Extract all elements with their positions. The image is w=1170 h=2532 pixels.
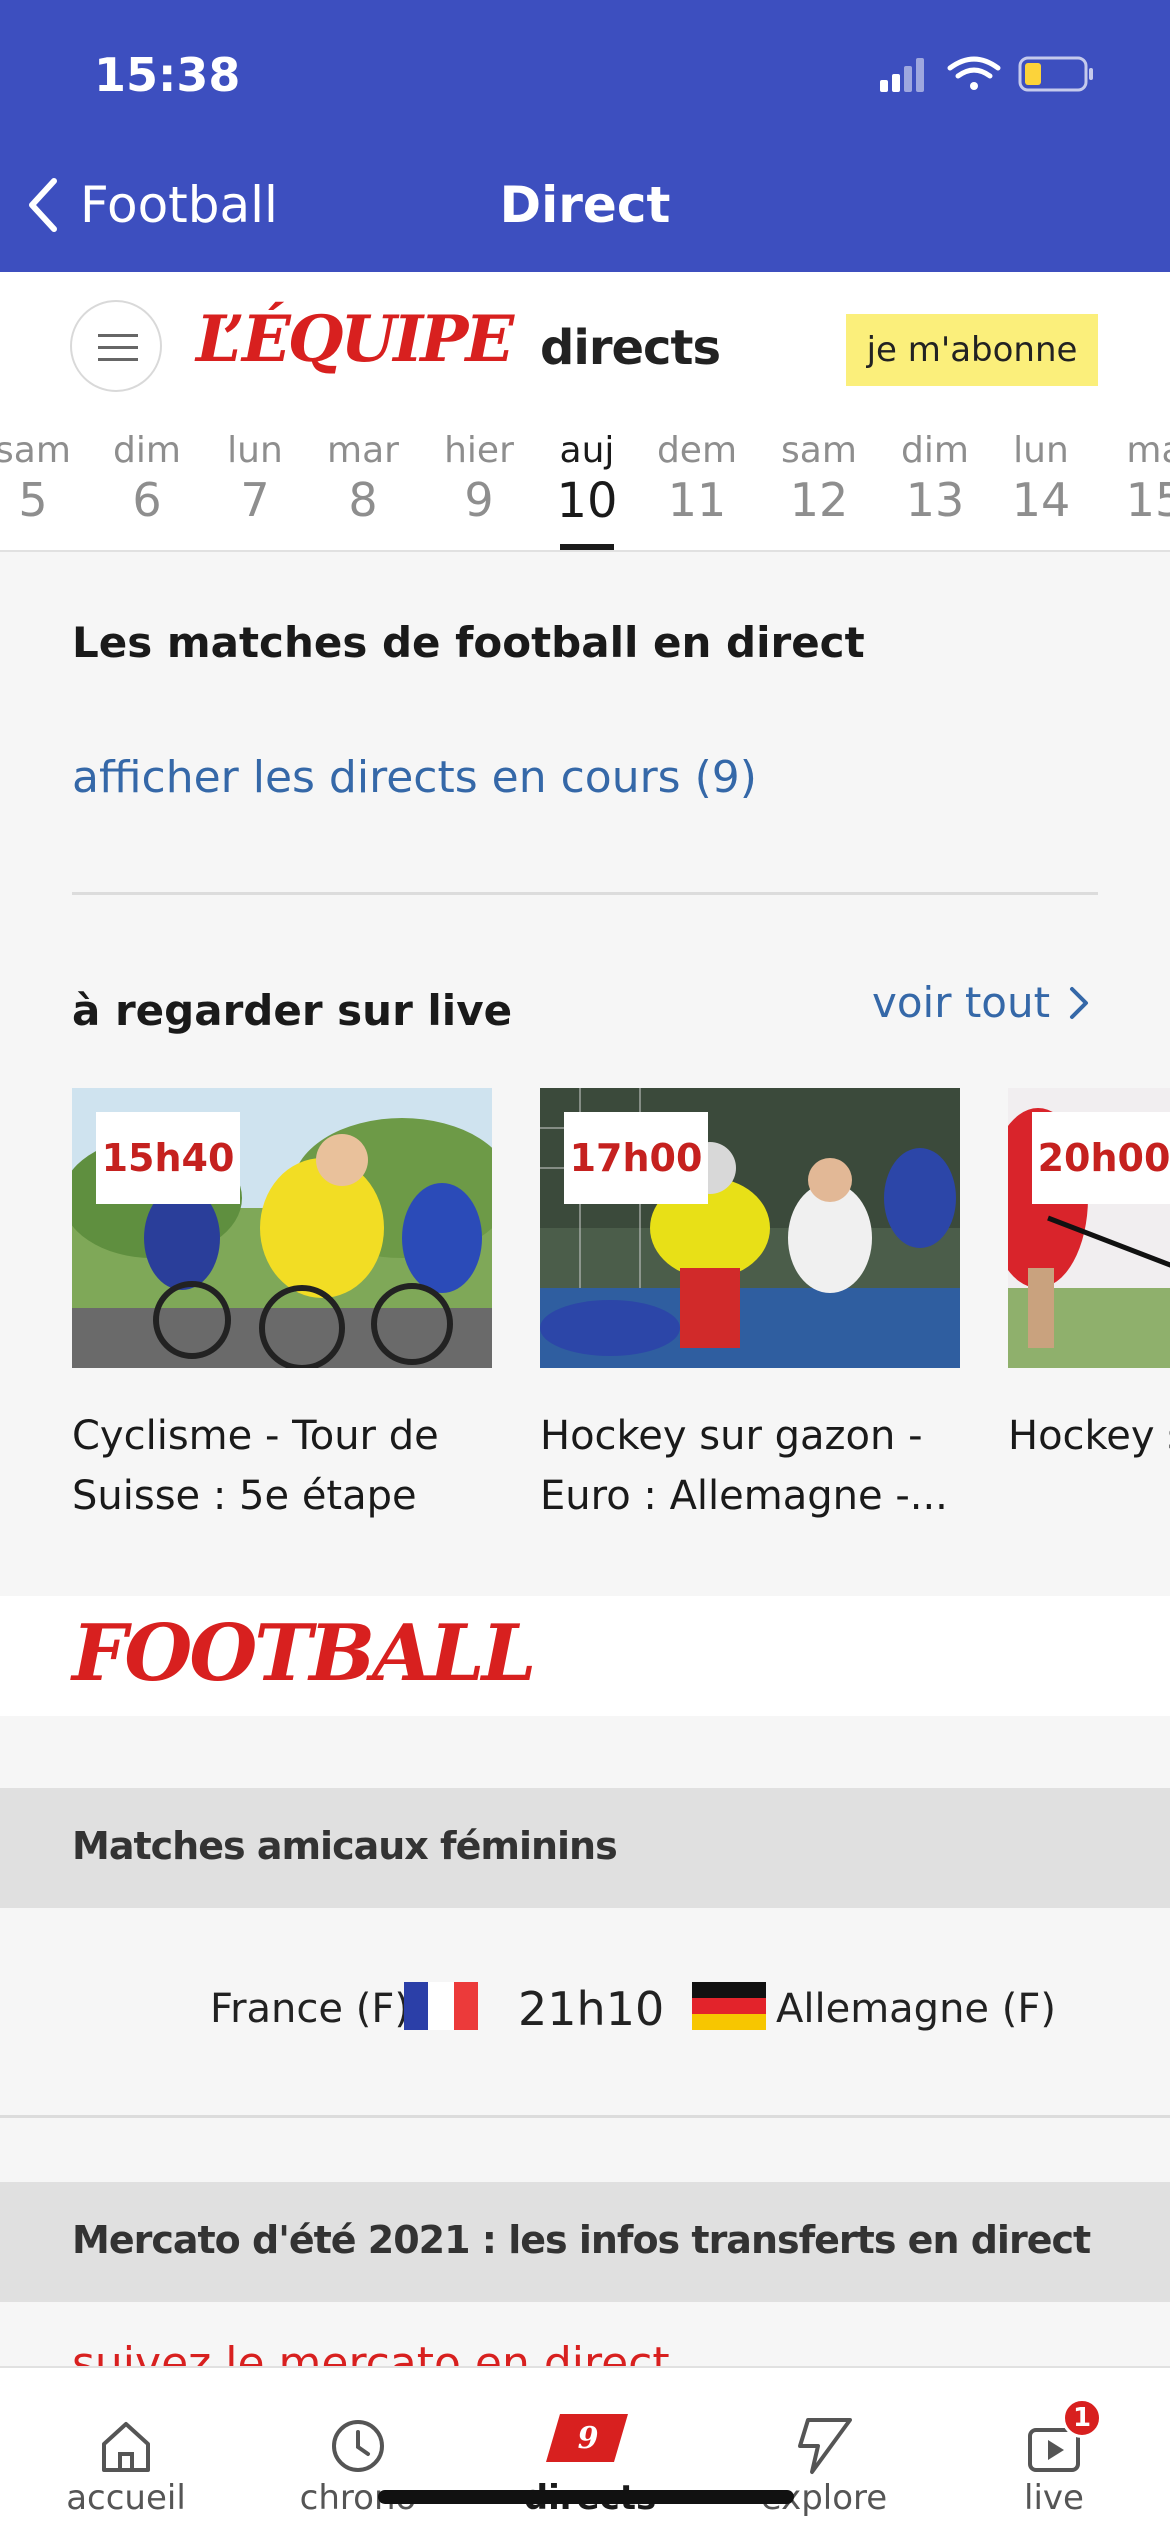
divider [72, 892, 1098, 895]
football-heading: FOOTBALL [72, 1608, 536, 1699]
tab-bar: accueil chrono 9 directs explore 1 live [0, 2366, 1170, 2532]
tab-accueil[interactable]: accueil [26, 2368, 226, 2532]
date-item[interactable]: hier 9 [424, 430, 534, 527]
home-team: France (F) [210, 1986, 410, 2032]
chevron-right-icon [1070, 986, 1089, 1019]
live-card[interactable]: 15h40 Cyclisme - Tour de Suisse : 5e éta… [72, 1088, 492, 1526]
directs-badge: 9 [578, 2421, 599, 2456]
wifi-icon [947, 56, 1001, 90]
card-time: 20h00 [1032, 1112, 1170, 1204]
card-time: 15h40 [96, 1112, 240, 1204]
date-item[interactable]: lun 14 [986, 430, 1096, 527]
competition-label: Matches amicaux féminins [72, 1824, 618, 1868]
card-title: Hockey sur gazon - Euro : Allemagne -... [540, 1413, 948, 1519]
tab-label: accueil [66, 2478, 186, 2518]
date-strip: sam 5 dim 6 lun 7 mar 8 hier 9 auj 10 dem 11 sa… [0, 412, 1170, 552]
card-thumbnail-hockey-2: 20h00 [1008, 1088, 1170, 1368]
tab-explore[interactable]: explore [724, 2368, 924, 2532]
tab-chrono[interactable]: chrono [258, 2368, 458, 2532]
competition-label: Mercato d'été 2021 : les infos transfert… [72, 2218, 1091, 2262]
page-title: Direct [499, 176, 671, 234]
date-item[interactable]: sam 12 [764, 430, 874, 527]
subscribe-button[interactable]: je m'abonne [846, 314, 1098, 386]
competition-header[interactable]: Mercato d'été 2021 : les infos transfert… [0, 2182, 1170, 2302]
away-team: Allemagne (F) [776, 1986, 1056, 2032]
lequipe-logo: L’ÉQUIPE [196, 302, 514, 377]
match-time: 21h10 [518, 1982, 665, 2036]
match-row[interactable]: France (F) 21h10 Allemagne (F) [0, 1908, 1170, 2118]
home-icon [102, 2422, 150, 2472]
date-item[interactable]: sam 5 [0, 430, 88, 527]
date-item[interactable]: dim 13 [880, 430, 990, 527]
date-item[interactable]: dem 11 [642, 430, 752, 527]
tab-directs[interactable]: 9 directs [490, 2368, 690, 2532]
status-icons [880, 56, 1093, 92]
card-time: 17h00 [564, 1112, 708, 1204]
date-item[interactable]: lun 7 [200, 430, 310, 527]
card-thumbnail-cycling: 15h40 [72, 1088, 492, 1368]
see-all-label: voir tout [872, 978, 1051, 1027]
date-item-today[interactable]: auj 10 [532, 430, 642, 529]
card-title: Hockey s Euro : Pa [1008, 1413, 1170, 1459]
explore-icon [798, 2418, 852, 2474]
logo-subtitle: directs [540, 320, 721, 376]
active-date-indicator [560, 544, 614, 550]
live-badge: 1 [1062, 2398, 1102, 2438]
date-item[interactable]: mar 8 [308, 430, 418, 527]
show-live-link[interactable]: afficher les directs en cours (9) [72, 752, 757, 803]
live-card[interactable]: 20h00 Hockey s Euro : Pa [1008, 1088, 1170, 1526]
menu-button[interactable] [70, 300, 162, 392]
app-header: 15:38 Football Direct [0, 0, 1170, 272]
date-item[interactable]: dim 6 [92, 430, 202, 527]
hamburger-icon [98, 334, 138, 337]
battery-icon [1018, 56, 1093, 92]
date-item[interactable]: ma15 [1100, 430, 1170, 527]
signal-icon [880, 58, 924, 92]
competition-header[interactable]: Matches amicaux féminins [0, 1788, 1170, 1908]
section-title: Les matches de football en direct [72, 618, 865, 667]
directs-icon: 9 [546, 2414, 628, 2462]
card-title: Cyclisme - Tour de Suisse : 5e étape [72, 1413, 439, 1519]
home-indicator [378, 2490, 794, 2504]
status-time: 15:38 [94, 48, 241, 102]
see-all-link[interactable]: voir tout [872, 978, 1094, 1027]
tab-live[interactable]: 1 live [954, 2368, 1154, 2532]
watch-live-title: à regarder sur live [72, 986, 513, 1035]
football-section-header: FOOTBALL [0, 1596, 1170, 1716]
live-card[interactable]: 17h00 Hockey sur gazon - Euro : Allemagn… [540, 1088, 960, 1526]
tab-label: live [1024, 2478, 1084, 2518]
germany-flag-icon [692, 1982, 766, 2030]
clock-icon [332, 2420, 384, 2472]
france-flag-icon [404, 1982, 478, 2030]
brand-bar: L’ÉQUIPE directs je m'abonne [0, 272, 1170, 412]
card-thumbnail-hockey: 17h00 [540, 1088, 960, 1368]
